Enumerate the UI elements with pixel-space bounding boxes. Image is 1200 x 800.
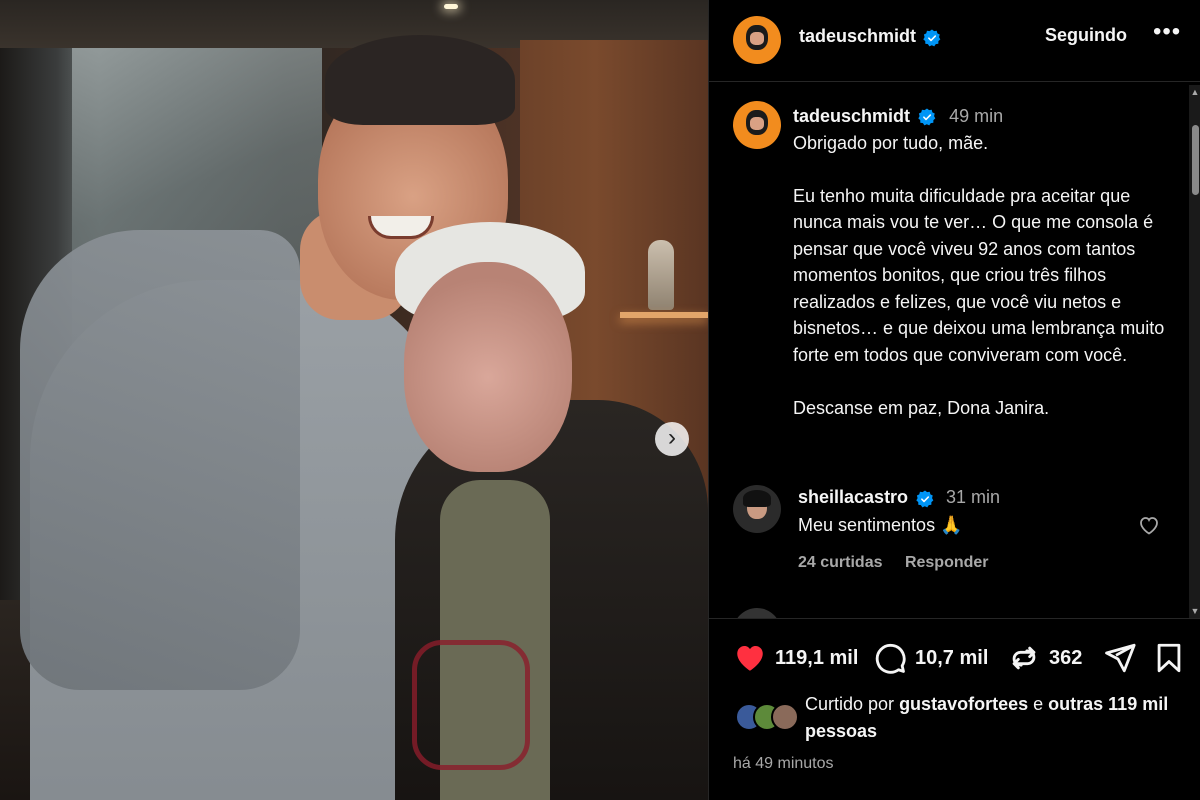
post-caption: tadeuschmidt 49 min Obrigado por tudo, m… [793, 103, 1173, 421]
scroll-down-icon[interactable]: ▼ [1190, 606, 1200, 616]
comment-meta: 24 curtidas Responder [798, 554, 1007, 572]
lit-shelf [620, 312, 708, 318]
caption-timestamp: 49 min [949, 106, 1004, 126]
liked-by-user[interactable]: gustavofortees [899, 694, 1028, 714]
liked-by-text: Curtido por gustavofortees e outras 119 … [805, 691, 1175, 745]
save-button[interactable] [1152, 641, 1186, 675]
post-header: tadeuschmidt Seguindo ••• [709, 0, 1200, 82]
scrollbar-thumb[interactable] [1192, 125, 1199, 195]
next-commenter-avatar[interactable] [733, 608, 781, 618]
post-side-panel: tadeuschmidt Seguindo ••• tadeuschmidt 4… [708, 0, 1200, 800]
bookmark-icon [1157, 643, 1181, 673]
caption-paragraph: Obrigado por tudo, mãe. [793, 132, 989, 153]
caption-author-avatar[interactable] [733, 101, 781, 149]
comment-button[interactable]: 10,7 mil [873, 641, 988, 675]
liked-by-conjunction: e [1033, 694, 1044, 714]
comments-scroll-area[interactable]: tadeuschmidt 49 min Obrigado por tudo, m… [709, 83, 1200, 618]
repost-button[interactable]: 362 [1007, 641, 1082, 675]
man-hair [325, 35, 515, 125]
author-avatar[interactable] [733, 16, 781, 64]
caption-paragraph: Descanse em paz, Dona Janira. [793, 397, 1050, 418]
chevron-right-icon: › [668, 424, 676, 451]
reply-button[interactable]: Responder [905, 554, 989, 571]
author-username[interactable]: tadeuschmidt [799, 26, 916, 46]
comments-scrollbar[interactable]: ▲ ▼ [1189, 85, 1200, 618]
commenter-username[interactable]: sheillacastro [798, 487, 908, 507]
liked-by-prefix: Curtido por [805, 694, 895, 714]
post-photo[interactable]: › [0, 0, 708, 800]
liked-by-avatars[interactable] [735, 703, 803, 731]
repost-icon [1012, 646, 1036, 670]
ceiling-light [444, 4, 458, 9]
more-options-icon[interactable]: ••• [1153, 18, 1181, 46]
next-photo-button[interactable]: › [655, 422, 689, 456]
post-timestamp: há 49 minutos [733, 755, 834, 772]
heart-filled-icon [737, 645, 763, 671]
commenter-avatar[interactable] [733, 485, 781, 533]
man-sweater [20, 230, 300, 690]
comment-likes-count[interactable]: 24 curtidas [798, 554, 882, 571]
send-icon [1105, 643, 1136, 673]
verified-badge-icon [915, 490, 933, 508]
likes-count: 119,1 mil [775, 646, 859, 669]
verified-badge-icon [923, 29, 941, 47]
comments-count: 10,7 mil [915, 646, 989, 669]
scroll-up-icon[interactable]: ▲ [1190, 87, 1200, 97]
reposts-count: 362 [1049, 646, 1083, 669]
caption-paragraph: Eu tenho muita dificuldade pra aceitar q… [793, 185, 1165, 365]
sunglasses [412, 640, 530, 770]
woman-head [404, 262, 572, 472]
comment-like-icon[interactable] [1137, 513, 1161, 537]
post-actions: 119,1 mil 10,7 mil 362 Curtido por gusta… [709, 618, 1200, 800]
following-button[interactable]: Seguindo [1045, 25, 1127, 46]
like-button[interactable]: 119,1 mil [733, 641, 858, 675]
share-button[interactable] [1103, 641, 1137, 675]
comment-timestamp: 31 min [945, 487, 1000, 507]
caption-username[interactable]: tadeuschmidt [793, 106, 910, 126]
comment-text: Meu sentimentos 🙏 [798, 515, 963, 535]
comment-icon [875, 643, 906, 674]
figurine [648, 240, 674, 310]
verified-badge-icon [918, 108, 936, 126]
